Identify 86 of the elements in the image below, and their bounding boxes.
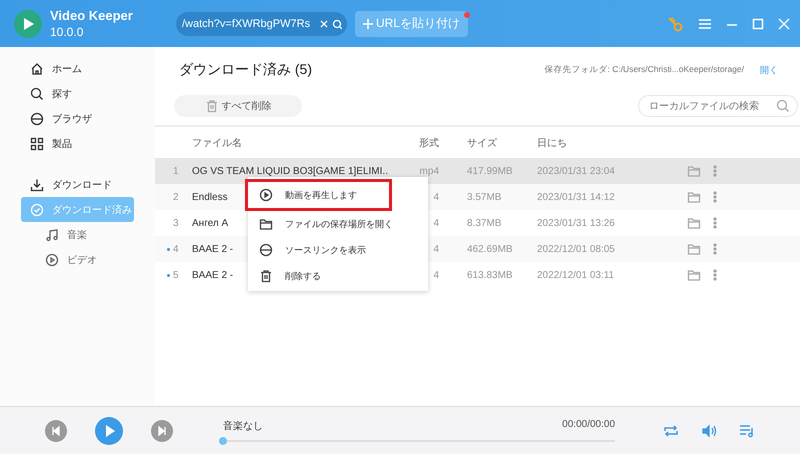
file-date: 2023/01/31 23:04 — [537, 166, 616, 176]
folder-icon — [259, 217, 273, 231]
column-header: サイズ — [466, 136, 498, 150]
sidebar-item[interactable]: ホーム — [21, 56, 134, 81]
folder-icon[interactable] — [687, 268, 701, 282]
globe-icon — [259, 243, 273, 257]
next-button[interactable] — [151, 420, 173, 442]
sidebar-item[interactable]: 探す — [21, 81, 134, 106]
row-number: 5 — [173, 270, 179, 280]
file-format: mp4 — [418, 166, 440, 176]
file-date: 2023/01/31 13:26 — [537, 218, 616, 228]
file-format: 4 — [432, 244, 440, 254]
delete-all-button[interactable]: すべて削除 — [174, 95, 302, 117]
menu-item[interactable]: ソースリンクを表示 — [245, 237, 425, 263]
column-header: ファイル名 — [192, 136, 243, 150]
app-version: 10.0.0 — [50, 24, 84, 40]
folder-path: 保存先フォルダ: C:/Users/Christi...oKeeper/storage/ — [544, 64, 744, 76]
file-size: 3.57MB — [466, 192, 502, 202]
file-name: BAAE 2 - — [192, 270, 234, 280]
globe-icon — [30, 112, 44, 126]
menu-item[interactable]: 削除する — [245, 263, 425, 289]
more-icon[interactable] — [713, 217, 717, 229]
column-header: 形式 — [418, 136, 440, 150]
row-number: 4 — [173, 244, 179, 254]
close-icon[interactable] — [778, 18, 790, 30]
playlist-icon[interactable] — [739, 422, 755, 438]
local-search-field[interactable]: ローカルファイルの検索 — [638, 95, 798, 117]
sidebar-item[interactable]: ビデオ — [21, 247, 134, 272]
app-name: Video Keeper — [50, 8, 134, 24]
sidebar-item[interactable]: ダウンロード — [21, 172, 134, 197]
file-name: Endless — [192, 192, 228, 202]
sidebar-item[interactable]: 音楽 — [21, 222, 134, 247]
more-icon[interactable] — [713, 269, 717, 281]
url-field[interactable]: /watch?v=fXWRbgPW7Rs — [176, 12, 347, 36]
column-header: 日にち — [537, 136, 568, 150]
folder-icon[interactable] — [687, 164, 701, 178]
row-number: 3 — [173, 218, 179, 228]
slider-thumb[interactable] — [219, 437, 227, 445]
home-icon — [30, 62, 44, 76]
plus-icon — [363, 18, 373, 28]
repeat-icon[interactable] — [663, 422, 679, 438]
folder-icon[interactable] — [687, 190, 701, 204]
play-circle-icon — [45, 252, 59, 266]
track-title: 音楽なし — [223, 420, 263, 433]
grid-icon — [30, 136, 44, 150]
music-note-icon — [45, 228, 59, 242]
sidebar-item[interactable]: 製品 — [21, 131, 134, 156]
file-size: 613.83MB — [466, 270, 514, 280]
file-format: 4 — [432, 218, 440, 228]
file-date: 2022/12/01 03:11 — [537, 270, 616, 280]
more-icon[interactable] — [713, 165, 717, 177]
selected-row[interactable]: 1 OG VS TEAM LIQUID BO3[GAME 1]ELIMI.. mp4 417.99MB 2023/01/31 23:04 — [155, 158, 800, 184]
key-icon[interactable] — [666, 14, 684, 32]
file-format: 4 — [432, 192, 440, 202]
file-name: OG VS TEAM LIQUID BO3[GAME 1]ELIMI.. — [192, 166, 388, 176]
volume-icon[interactable] — [701, 422, 717, 438]
play-button[interactable] — [95, 416, 123, 444]
app-logo — [14, 10, 42, 38]
menu-item[interactable]: ファイルの保存場所を開く — [245, 211, 425, 237]
previous-button[interactable] — [45, 420, 67, 442]
file-name: Ангел А — [192, 218, 228, 228]
check-circle-icon — [30, 202, 44, 216]
more-icon[interactable] — [713, 243, 717, 255]
row-number: 2 — [173, 192, 179, 202]
file-format: 4 — [432, 270, 440, 280]
file-size: 417.99MB — [466, 166, 514, 176]
search-icon — [30, 86, 44, 100]
file-name: BAAE 2 - — [192, 244, 234, 254]
more-icon[interactable] — [713, 191, 717, 203]
download-icon — [30, 178, 44, 192]
sidebar-item[interactable]: ブラウザ — [21, 106, 134, 131]
playback-time: 00:00/00:00 — [562, 419, 615, 432]
trash-icon — [204, 99, 218, 113]
file-size: 8.37MB — [466, 218, 502, 228]
menu-icon[interactable] — [698, 16, 712, 30]
file-date: 2023/01/31 14:12 — [537, 192, 616, 202]
maximize-icon[interactable] — [752, 18, 764, 30]
folder-icon[interactable] — [687, 216, 701, 230]
file-size: 462.69MB — [466, 244, 514, 254]
play-circle-icon — [259, 188, 273, 202]
menu-item[interactable]: 動画を再生します — [245, 179, 392, 211]
page-title: ダウンロード済み (5) — [179, 61, 313, 79]
trash-icon — [259, 269, 273, 283]
row-number: 1 — [173, 166, 179, 176]
file-date: 2022/12/01 08:05 — [537, 244, 616, 254]
folder-icon[interactable] — [687, 242, 701, 256]
